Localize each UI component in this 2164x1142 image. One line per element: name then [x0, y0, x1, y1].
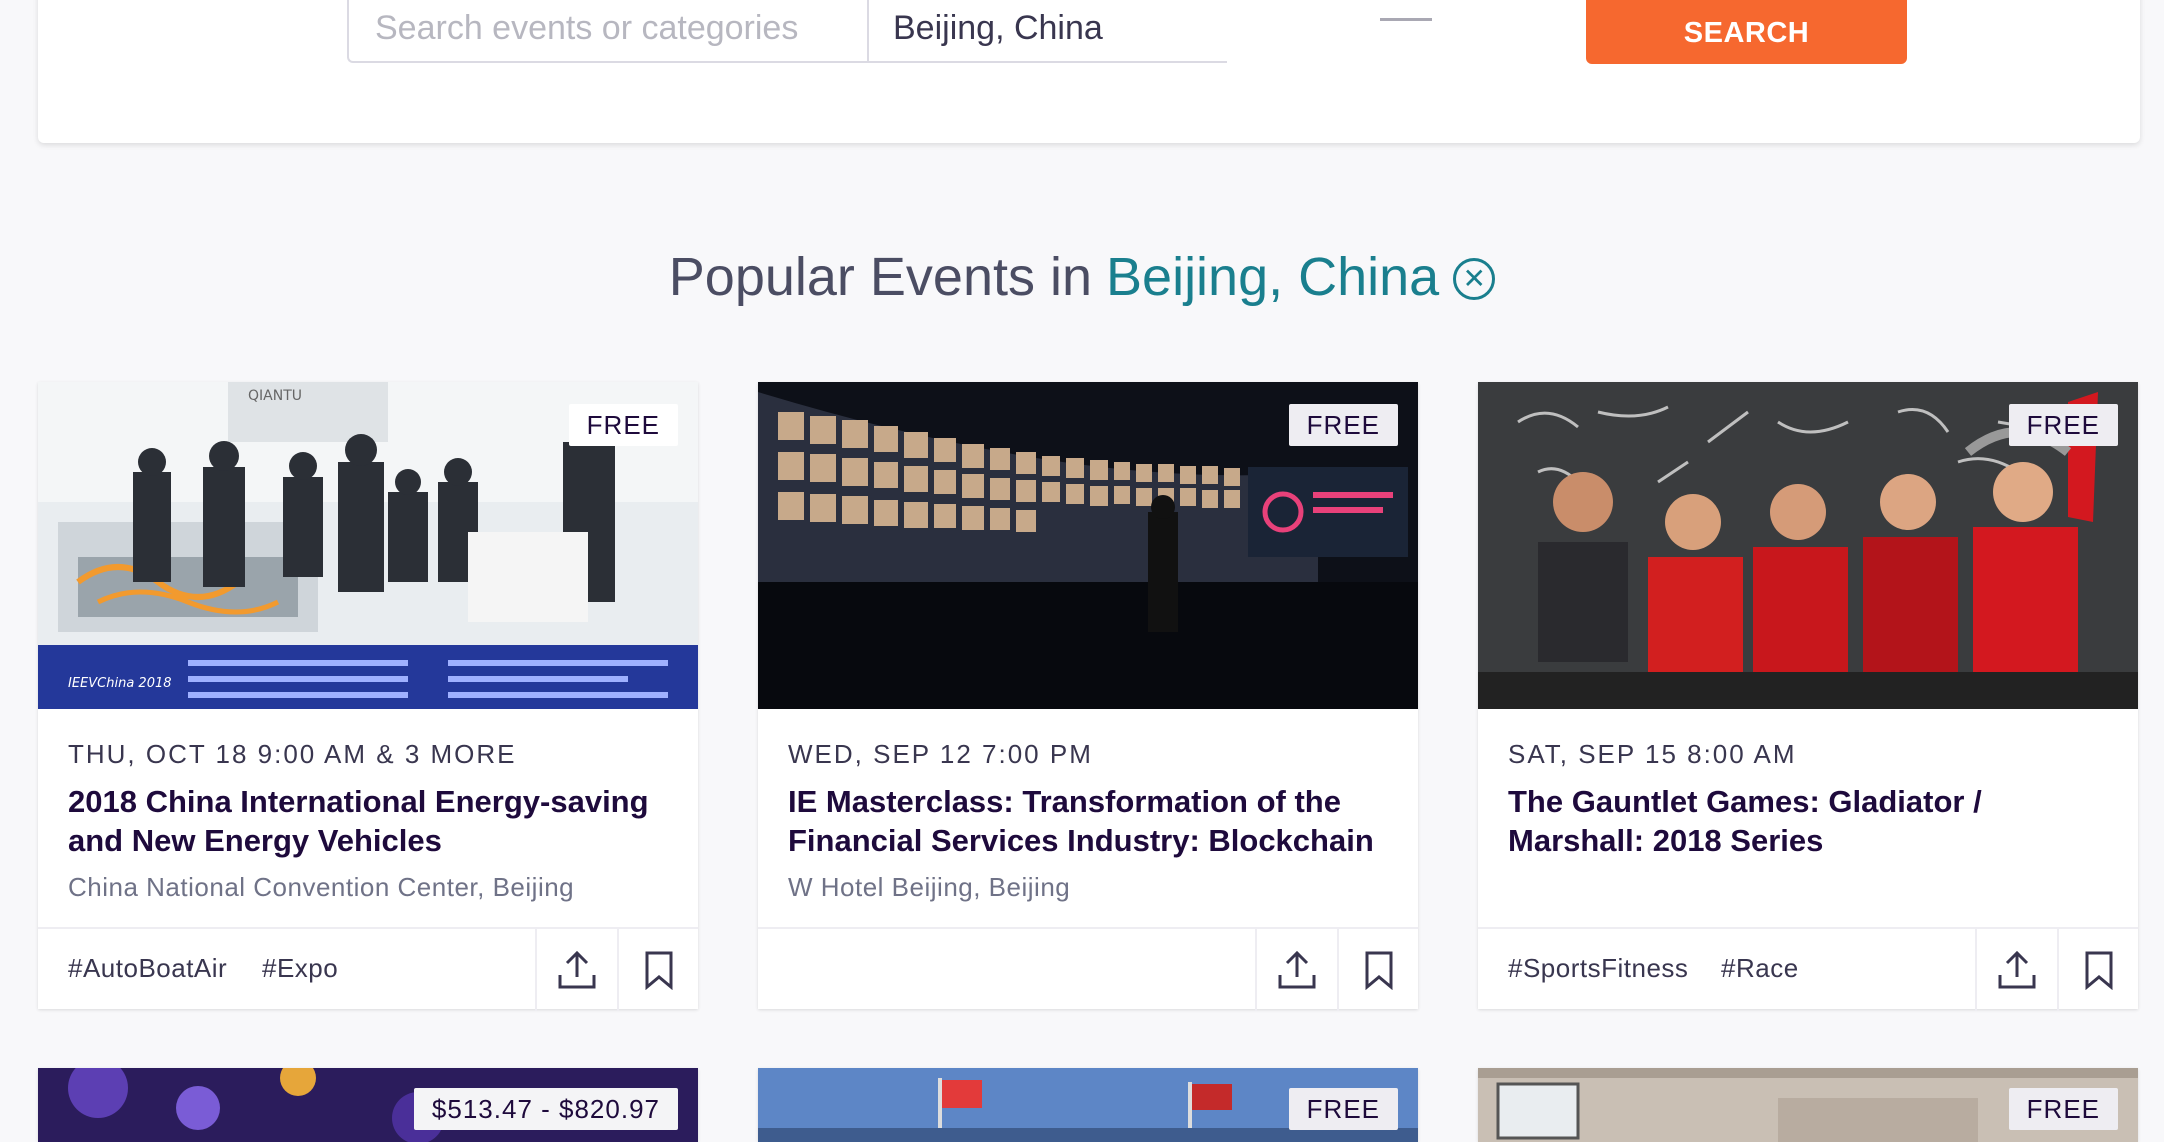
event-title[interactable]: The Gauntlet Games: Gladiator / Marshall… [1508, 782, 2118, 860]
search-placeholder: Search events or categories [375, 9, 799, 47]
event-image[interactable]: FREE [1478, 1068, 2138, 1142]
event-tag[interactable]: #Race [1721, 953, 1799, 984]
price-badge: FREE [2008, 404, 2118, 446]
event-card[interactable]: FREE [758, 1068, 1418, 1142]
share-icon [1998, 950, 2035, 989]
event-card[interactable]: FREE [1478, 1068, 2138, 1142]
location-input[interactable]: Beijing, China [867, 0, 1227, 63]
heading-prefix: Popular Events in [668, 247, 1093, 307]
date-picker-dash[interactable] [1380, 18, 1432, 21]
price-badge: FREE [568, 404, 678, 446]
bookmark-icon [1365, 951, 1392, 990]
event-card[interactable]: QIANTU IEEVChina 2018 FREE THU, OCT 18 9… [38, 382, 698, 1011]
search-input[interactable]: Search events or categories [347, 0, 867, 63]
share-icon [1278, 950, 1315, 989]
event-tag[interactable]: #Expo [262, 953, 338, 984]
event-date: THU, OCT 18 9:00 AM & 3 MORE [68, 739, 517, 769]
search-button[interactable]: SEARCH [1586, 0, 1907, 64]
event-tag[interactable]: #SportsFitness [1508, 953, 1688, 984]
event-card-footer [758, 927, 1418, 1011]
page-title: Popular Events in Beijing, China ✕ [0, 246, 2164, 308]
svg-text:IEEVChina 2018: IEEVChina 2018 [68, 676, 172, 691]
bookmark-button[interactable] [2057, 929, 2138, 1011]
event-card-footer: #SportsFitness #Race [1478, 927, 2138, 1011]
event-card[interactable]: $513.47 - $820.97 [38, 1068, 698, 1142]
price-badge: $513.47 - $820.97 [413, 1088, 678, 1130]
bookmark-icon [2085, 951, 2112, 990]
price-badge: FREE [1288, 404, 1398, 446]
price-badge: FREE [2008, 1088, 2118, 1130]
event-card[interactable]: FREE SAT, SEP 15 8:00 AM The Gauntlet Ga… [1478, 382, 2138, 1011]
close-circle-icon[interactable]: ✕ [1453, 258, 1496, 300]
share-icon [558, 950, 595, 989]
bookmark-button[interactable] [617, 929, 698, 1011]
share-button[interactable] [1975, 929, 2056, 1011]
event-tag[interactable]: #AutoBoatAir [68, 953, 227, 984]
event-image[interactable]: $513.47 - $820.97 [38, 1068, 698, 1142]
location-value: Beijing, China [893, 9, 1103, 47]
event-card-footer: #AutoBoatAir #Expo [38, 927, 698, 1011]
event-image[interactable]: QIANTU IEEVChina 2018 FREE [38, 382, 698, 709]
event-title[interactable]: IE Masterclass: Transformation of the Fi… [788, 782, 1398, 860]
share-button[interactable] [1255, 929, 1336, 1011]
heading-location[interactable]: Beijing, China [1106, 246, 1439, 308]
event-date: SAT, SEP 15 8:00 AM [1508, 739, 1797, 769]
search-bar: Search events or categories Beijing, Chi… [38, 0, 2140, 143]
event-date: WED, SEP 12 7:00 PM [788, 739, 1093, 769]
event-title[interactable]: 2018 China International Energy-saving a… [68, 782, 678, 860]
event-venue: China National Convention Center, Beijin… [68, 872, 575, 902]
event-image[interactable]: FREE [1478, 382, 2138, 709]
svg-text:QIANTU: QIANTU [248, 388, 302, 404]
price-badge: FREE [1288, 1088, 1398, 1130]
event-image[interactable]: FREE [758, 1068, 1418, 1142]
event-venue: W Hotel Beijing, Beijing [788, 872, 1071, 902]
event-card[interactable]: FREE WED, SEP 12 7:00 PM IE Masterclass:… [758, 382, 1418, 1011]
event-image[interactable]: FREE [758, 382, 1418, 709]
bookmark-icon [645, 951, 672, 990]
bookmark-button[interactable] [1337, 929, 1418, 1011]
share-button[interactable] [535, 929, 616, 1011]
